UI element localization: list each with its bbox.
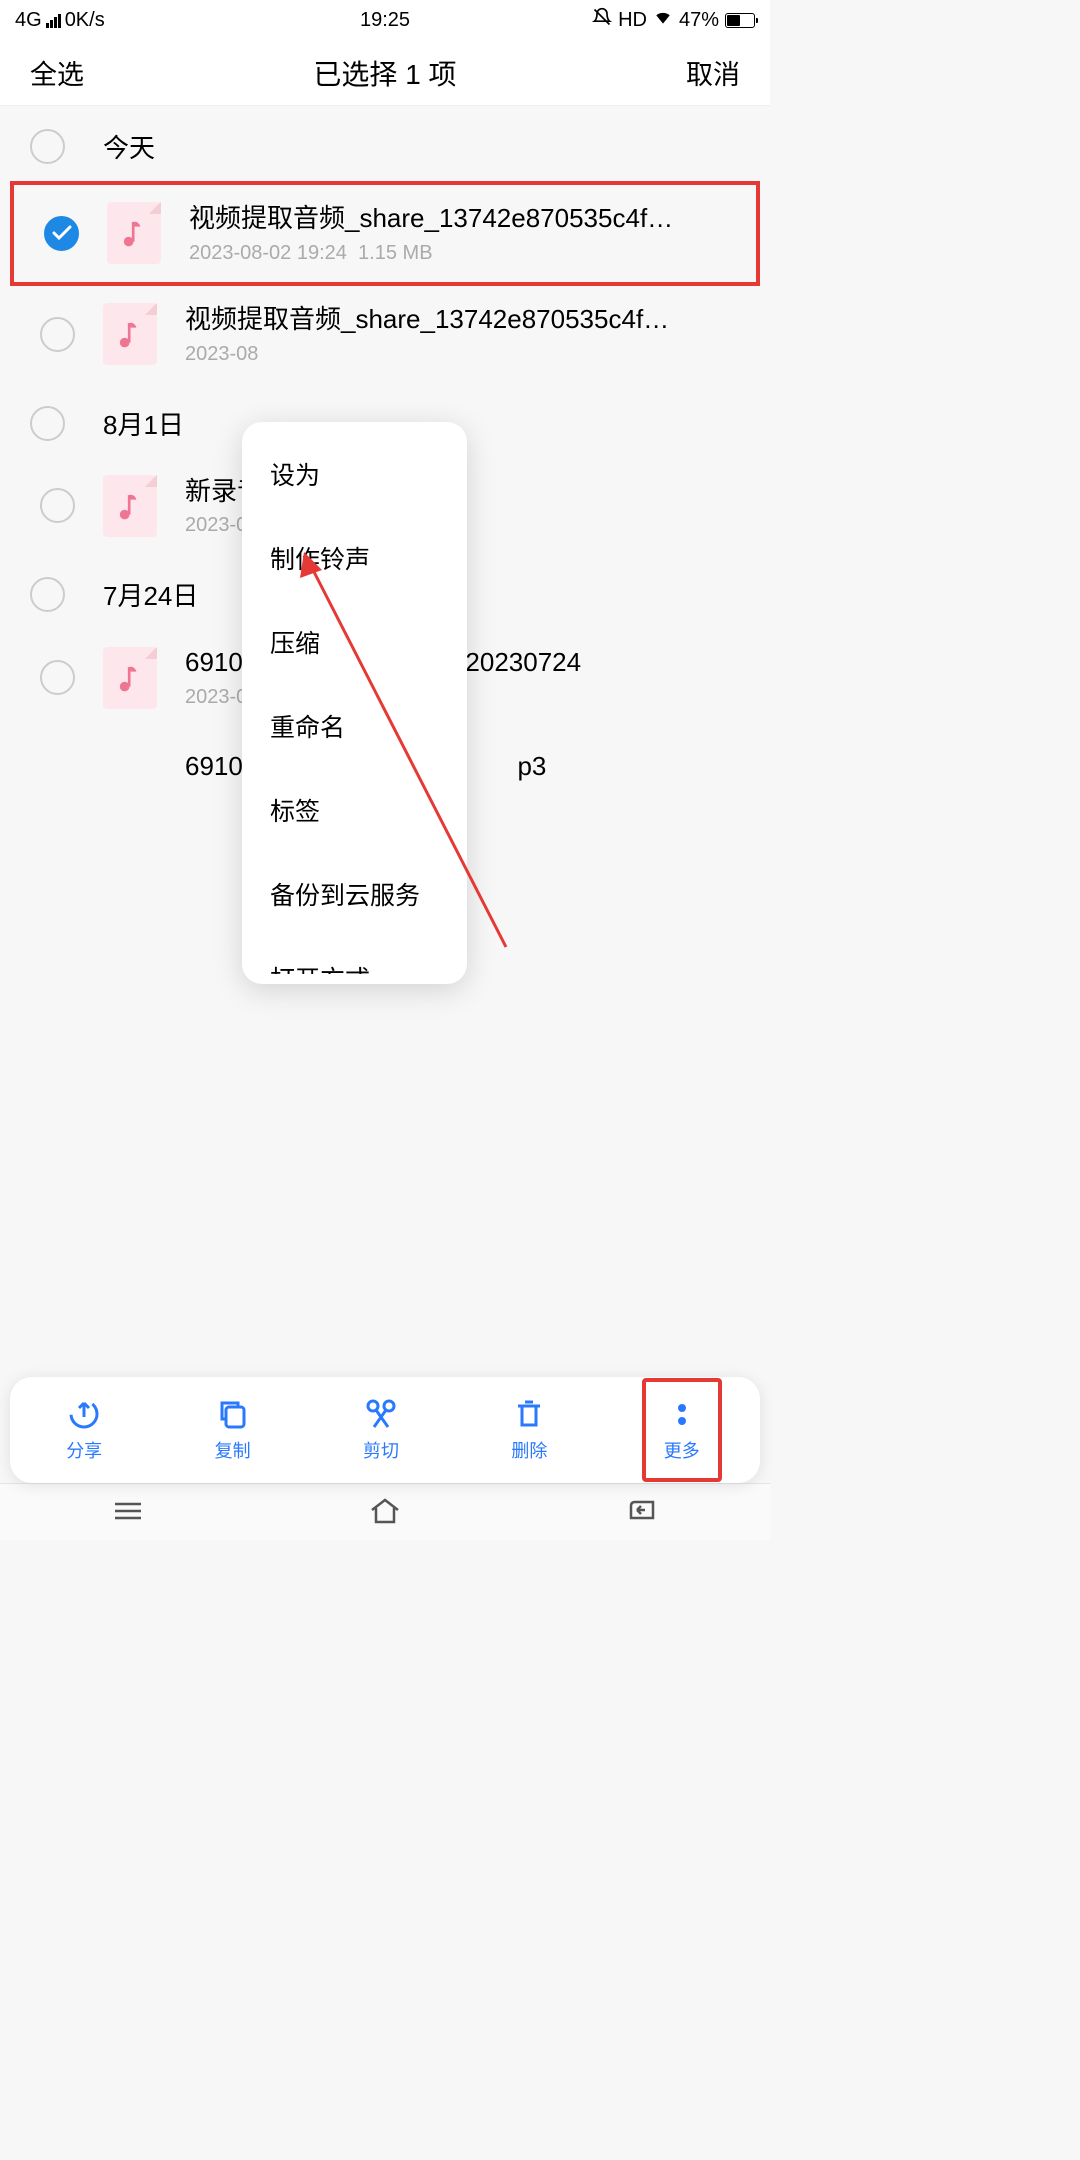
share-button[interactable]: 分享 [66,1397,102,1463]
file-info: 视频提取音频_share_13742e870535c4f… 2023-08 [185,303,730,366]
music-file-icon [103,303,157,365]
file-item[interactable]: 视频提取音频_share_13742e870535c4f… 2023-08-02… [10,181,760,286]
more-menu-popup: 设为 制作铃声 压缩 重命名 标签 备份到云服务 打开方式 [242,422,467,984]
network-type: 4G [15,9,42,32]
menu-backup-cloud[interactable]: 备份到云服务 [242,852,467,936]
network-speed: 0K/s [65,9,105,32]
music-file-icon [107,202,161,264]
status-left: 4G 0K/s [15,9,105,32]
status-bar: 4G 0K/s 19:25 HD 47% [0,0,770,40]
section-checkbox[interactable] [30,406,65,441]
action-bar: 分享 复制 剪切 删除 更多 [10,1377,760,1483]
file-checkbox[interactable] [40,317,75,352]
copy-icon [216,1397,250,1431]
recents-button[interactable] [111,1496,145,1529]
share-icon [67,1397,101,1431]
more-icon [665,1397,699,1431]
section-checkbox[interactable] [30,129,65,164]
wifi-icon [653,7,673,33]
section-header-today: 今天 [0,106,770,181]
cut-button[interactable]: 剪切 [363,1397,399,1463]
mute-icon [592,7,612,33]
selection-bar: 全选 已选择 1 项 取消 [0,40,770,106]
system-nav-bar [0,1483,770,1540]
menu-set-as[interactable]: 设为 [242,432,467,516]
menu-tags[interactable]: 标签 [242,768,467,852]
file-name: 视频提取音频_share_13742e870535c4f… [185,303,730,337]
share-label: 分享 [66,1437,102,1463]
clock: 19:25 [360,9,410,32]
file-meta: 2023-08 [185,343,730,366]
cut-label: 剪切 [363,1437,399,1463]
cancel-button[interactable]: 取消 [686,53,740,92]
menu-make-ringtone[interactable]: 制作铃声 [242,516,467,600]
file-name: 视频提取音频_share_13742e870535c4f… [189,202,726,236]
battery-icon [725,13,755,28]
music-file-icon [103,647,157,709]
status-right: HD 47% [592,7,755,33]
home-button[interactable] [368,1496,402,1529]
delete-label: 删除 [511,1437,547,1463]
file-meta: 2023-08-02 19:24 1.15 MB [189,242,726,265]
delete-icon [512,1397,546,1431]
section-title: 7月24日 [103,576,198,613]
file-info: 视频提取音频_share_13742e870535c4f… 2023-08-02… [189,202,726,265]
back-button[interactable] [625,1496,659,1529]
file-checkbox[interactable] [40,488,75,523]
more-label: 更多 [664,1437,700,1463]
section-title: 8月1日 [103,405,184,442]
signal-icon [46,12,61,28]
delete-button[interactable]: 删除 [511,1397,547,1463]
hd-indicator: HD [618,9,647,32]
select-all-button[interactable]: 全选 [30,53,84,92]
file-checkbox[interactable] [44,216,79,251]
menu-compress[interactable]: 压缩 [242,600,467,684]
file-checkbox[interactable] [40,660,75,695]
cut-icon [364,1397,398,1431]
copy-label: 复制 [215,1437,251,1463]
copy-button[interactable]: 复制 [215,1397,251,1463]
selection-title: 已选择 1 项 [313,53,456,93]
section-title: 今天 [103,128,155,165]
battery-percent: 47% [679,9,719,32]
file-item[interactable]: 视频提取音频_share_13742e870535c4f… 2023-08 [10,286,760,383]
more-button[interactable]: 更多 [642,1378,722,1482]
section-checkbox[interactable] [30,577,65,612]
menu-rename[interactable]: 重命名 [242,684,467,768]
music-file-icon [103,475,157,537]
menu-open-with[interactable]: 打开方式 [242,936,467,974]
